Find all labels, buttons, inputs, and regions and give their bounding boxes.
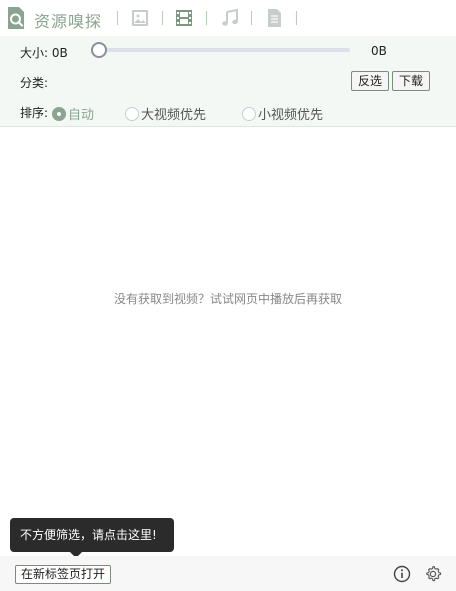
- filter-panel: 大小: 0B 0B 分类: 反选 下载 排序: 自动 大视频优先 小视频优先: [0, 36, 456, 127]
- sort-label: 排序:: [20, 106, 49, 120]
- tab-divider: [296, 11, 297, 25]
- bottom-bar: 在新标签页打开: [0, 556, 456, 591]
- invert-selection-button[interactable]: 反选: [351, 71, 390, 91]
- tab-divider: [251, 11, 252, 25]
- top-bar: 资源嗅探: [0, 0, 456, 36]
- sort-option-label: 大视频优先: [141, 108, 207, 123]
- sort-option-label: 小视频优先: [258, 108, 324, 123]
- film-icon[interactable]: [174, 8, 194, 28]
- radio-checked-icon: [52, 106, 66, 121]
- app-logo-icon: [8, 7, 24, 29]
- size-label: 大小:: [20, 46, 49, 60]
- size-min-value: 0B: [51, 46, 68, 60]
- open-in-new-tab-button[interactable]: 在新标签页打开: [15, 565, 112, 584]
- sort-option-label: 自动: [68, 108, 95, 123]
- size-slider-track[interactable]: [98, 48, 350, 52]
- radio-unchecked-icon: [125, 106, 139, 121]
- sort-option-large-first[interactable]: 大视频优先: [125, 104, 206, 123]
- download-button[interactable]: 下载: [392, 71, 431, 91]
- image-icon[interactable]: [130, 8, 150, 28]
- size-slider-thumb[interactable]: [91, 42, 107, 58]
- size-max-value: 0B: [371, 44, 387, 58]
- gear-icon[interactable]: [424, 565, 442, 583]
- tab-divider: [117, 11, 118, 25]
- app-title: 资源嗅探: [34, 12, 103, 31]
- tab-divider: [162, 11, 163, 25]
- sort-option-small-first[interactable]: 小视频优先: [242, 104, 323, 123]
- info-icon[interactable]: [393, 565, 411, 583]
- document-icon[interactable]: [264, 8, 284, 28]
- empty-state-message: 没有获取到视频？试试网页中播放后再获取: [113, 292, 342, 306]
- filter-hint-tooltip: 不方便筛选，请点击这里!: [10, 518, 174, 552]
- size-filter-label: 大小: 0B: [20, 44, 68, 61]
- music-note-icon[interactable]: [220, 8, 240, 28]
- radio-unchecked-icon: [242, 106, 256, 121]
- sort-option-auto[interactable]: 自动: [52, 104, 94, 123]
- tab-divider: [206, 11, 207, 25]
- category-label: 分类:: [20, 76, 49, 90]
